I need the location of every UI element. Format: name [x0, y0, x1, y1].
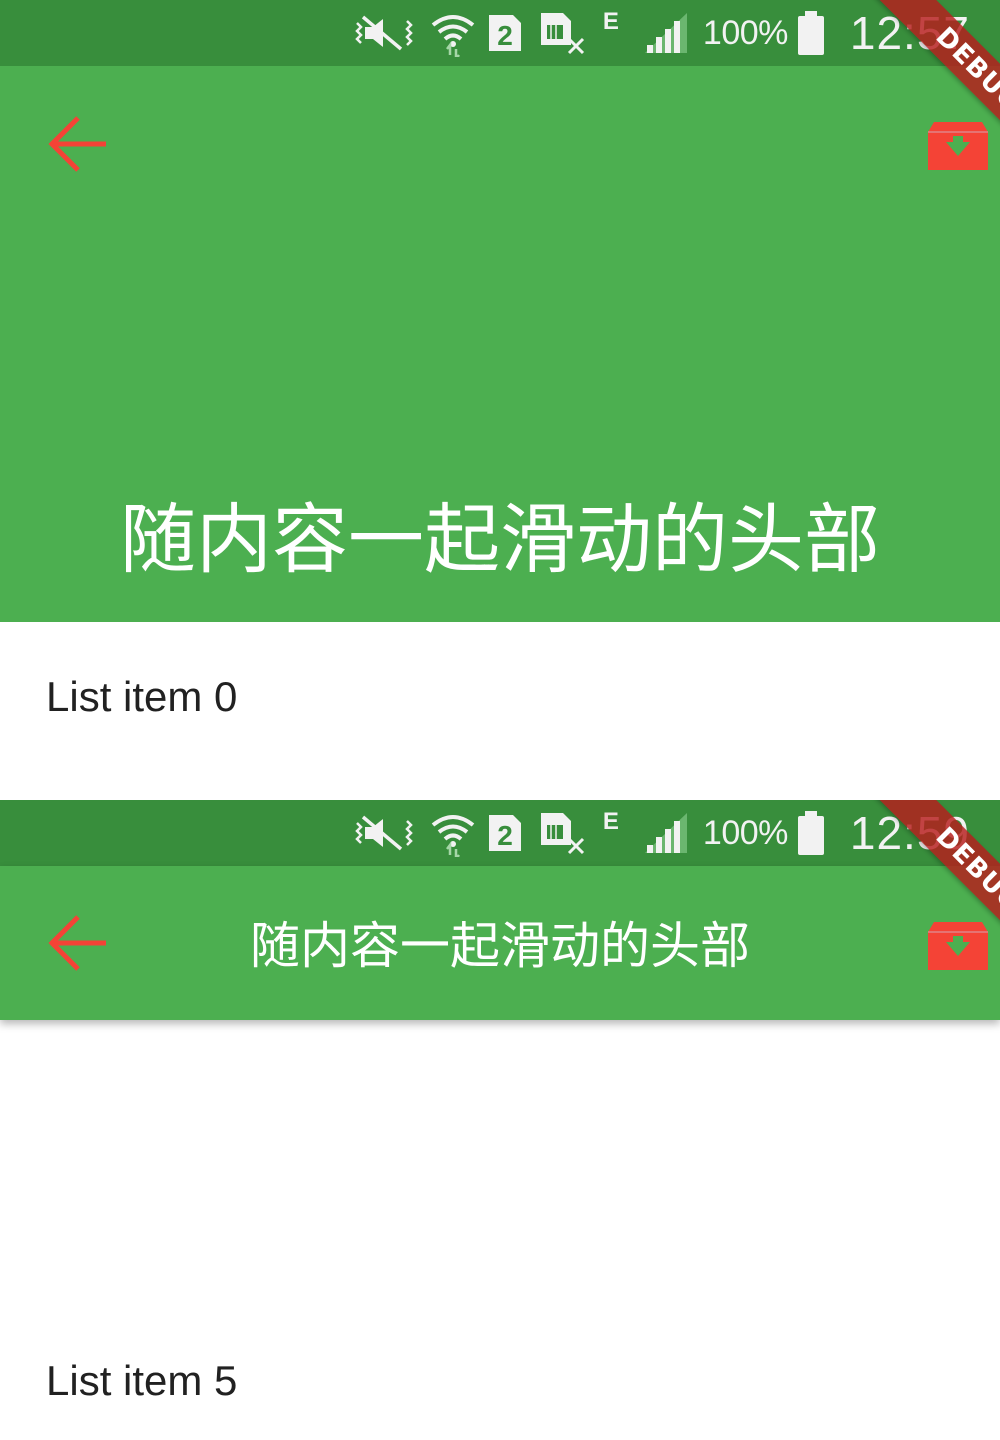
mute-vibrate-icon [353, 0, 421, 66]
mute-vibrate-icon [353, 800, 421, 866]
status-icons: 2 E [353, 0, 1000, 66]
back-button[interactable] [40, 106, 116, 182]
edge-network-icon: E [603, 0, 619, 66]
status-bar: 2 E [0, 800, 1000, 866]
battery-percent: 100% [702, 813, 788, 852]
app-bar-collapsed: 随内容一起滑动的头部 [0, 866, 1000, 1020]
download-action-button[interactable] [924, 910, 992, 978]
inbox-download-icon [928, 122, 988, 170]
app-bar-expanded: 随内容一起滑动的头部 [0, 66, 1000, 622]
list-item[interactable]: List item 5 [0, 1306, 1000, 1440]
battery-icon [796, 0, 826, 66]
edge-network-icon: E [603, 800, 619, 866]
inbox-download-icon [928, 922, 988, 970]
app-bar-title: 随内容一起滑动的头部 [250, 917, 750, 975]
download-action-button[interactable] [924, 110, 992, 178]
svg-text:2: 2 [497, 820, 513, 851]
list-item-label: List item 0 [46, 673, 238, 720]
no-sim-icon [539, 0, 585, 66]
screenshot-collapsed-state: 2 E 100% 12:59 随内容一起滑动的头部 List item 5 DE… [0, 800, 1000, 1440]
network-type-label: E [602, 808, 619, 835]
status-bar: 2 E [0, 0, 1000, 66]
arrow-left-icon [48, 116, 106, 172]
sim-2-icon: 2 [487, 800, 523, 866]
battery-percent: 100% [702, 13, 788, 52]
signal-icon [643, 0, 689, 66]
sim-2-icon: 2 [487, 0, 523, 66]
wifi-icon [429, 800, 477, 866]
signal-icon [643, 800, 689, 866]
list-item-label: List item 5 [46, 1357, 238, 1404]
list-item[interactable]: List item 0 [0, 622, 1000, 772]
network-type-label: E [602, 8, 619, 35]
battery-icon [796, 800, 826, 866]
screenshot-expanded-state: 2 E 100% 12:57 随内容一起滑动的头部 List item 0 DE… [0, 0, 1000, 800]
no-sim-icon [539, 800, 585, 866]
svg-text:2: 2 [497, 20, 513, 51]
clock: 12:57 [849, 7, 970, 59]
wifi-icon [429, 0, 477, 66]
status-icons: 2 E [353, 800, 1000, 866]
clock: 12:59 [849, 807, 970, 859]
flexible-space-title: 随内容一起滑动的头部 [120, 495, 880, 584]
